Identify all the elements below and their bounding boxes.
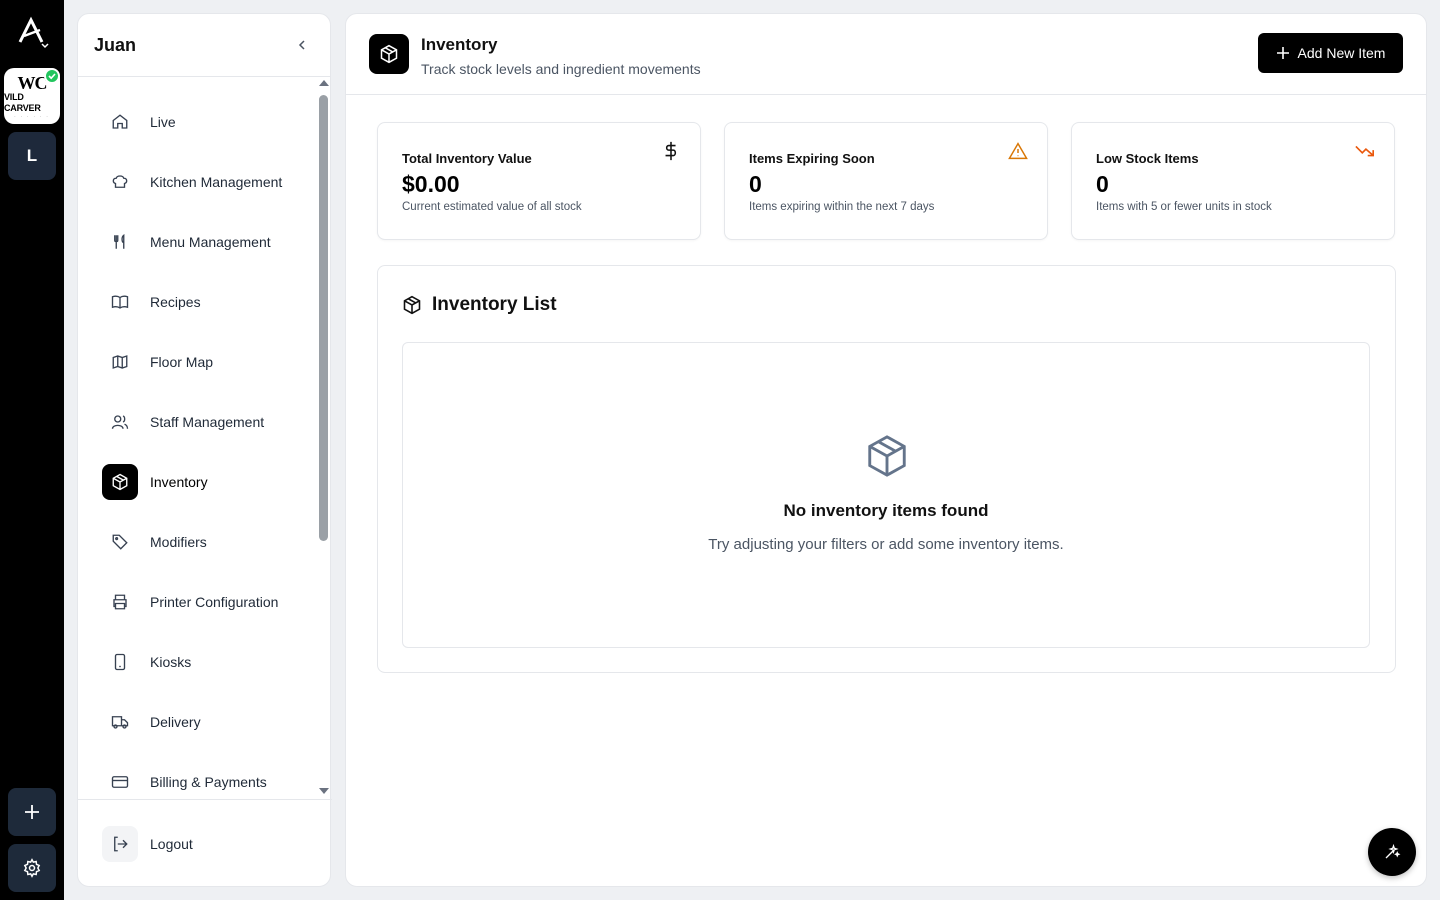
package-icon: [102, 464, 138, 500]
sidebar-item-delivery[interactable]: Delivery: [102, 704, 312, 740]
chevron-left-icon: [298, 40, 305, 50]
inventory-list-card: Inventory List No inventory items found …: [377, 265, 1396, 673]
gear-icon: [23, 858, 41, 878]
users-icon: [102, 404, 138, 440]
ai-assistant-button[interactable]: [1368, 828, 1416, 876]
sparkles-icon: [1385, 843, 1401, 859]
collapse-sidebar-button[interactable]: [290, 33, 314, 57]
plus-icon: [1276, 47, 1289, 59]
sidebar-item-recipes[interactable]: Recipes: [102, 284, 312, 320]
sidebar-item-label: Recipes: [150, 294, 201, 310]
page-title: Inventory: [421, 35, 498, 54]
sidebar-item-label: Live: [150, 114, 176, 130]
dollar-icon: [660, 140, 682, 162]
logout-icon: [102, 826, 138, 862]
trending-down-icon: [1354, 140, 1376, 162]
plus-icon: [25, 805, 39, 819]
workspace-avatar[interactable]: L: [8, 132, 56, 180]
printer-icon: [102, 584, 138, 620]
brand-name: VILD CARVER: [4, 91, 41, 113]
sidebar-item-label: Staff Management: [150, 414, 265, 430]
tablet-icon: [102, 644, 138, 680]
stat-title: Total Inventory Value: [402, 151, 532, 166]
stat-value: $0.00: [402, 171, 460, 197]
sidebar: Juan Live Kitchen Management Menu Manage…: [77, 13, 332, 887]
inventory-list-header: Inventory List: [402, 294, 557, 316]
sidebar-footer: Logout: [78, 799, 332, 887]
sidebar-item-label: Floor Map: [150, 354, 214, 370]
main-content: Inventory Track stock levels and ingredi…: [345, 13, 1427, 887]
sidebar-item-modifiers[interactable]: Modifiers: [102, 524, 312, 560]
chef-hat-icon: [102, 164, 138, 200]
sidebar-item-label: Billing & Payments: [150, 774, 267, 790]
sidebar-item-live[interactable]: Live: [102, 104, 312, 140]
check-icon: [44, 68, 60, 84]
warning-triangle-icon: [1007, 140, 1029, 162]
stat-value: 0: [749, 171, 762, 197]
brand-tagline: · · · · · ·: [14, 113, 50, 119]
sidebar-header: Juan: [78, 14, 330, 77]
settings-button[interactable]: [8, 844, 56, 892]
sidebar-item-billing-payments[interactable]: Billing & Payments: [102, 764, 312, 798]
package-icon: [403, 295, 421, 315]
credit-card-icon: [102, 764, 138, 798]
empty-state-title: No inventory items found: [783, 501, 989, 520]
sidebar-nav: Live Kitchen Management Menu Management …: [78, 78, 318, 798]
stat-title: Items Expiring Soon: [749, 151, 875, 166]
sidebar-item-menu-management[interactable]: Menu Management: [102, 224, 312, 260]
sidebar-item-staff-management[interactable]: Staff Management: [102, 404, 312, 440]
sidebar-item-floor-map[interactable]: Floor Map: [102, 344, 312, 380]
sidebar-scrollbar[interactable]: [317, 80, 331, 794]
brand-monogram: WC: [17, 72, 48, 93]
inventory-list-title: Inventory List: [432, 294, 557, 315]
sidebar-item-kiosks[interactable]: Kiosks: [102, 644, 312, 680]
add-new-item-button[interactable]: Add New Item: [1258, 33, 1403, 73]
scroll-down-arrow-icon[interactable]: [319, 788, 329, 794]
app-rail: WC VILD CARVER · · · · · · L: [0, 0, 64, 900]
sidebar-item-label: Kitchen Management: [150, 174, 283, 190]
empty-state: No inventory items found Try adjusting y…: [402, 342, 1370, 648]
stat-title: Low Stock Items: [1096, 151, 1199, 166]
sidebar-item-label: Menu Management: [150, 234, 271, 250]
stat-subtitle: Current estimated value of all stock: [402, 201, 582, 213]
stat-card-total-value: Total Inventory Value $0.00 Current esti…: [377, 122, 701, 240]
app-logo-icon[interactable]: [14, 14, 50, 50]
sidebar-title: Juan: [94, 34, 137, 55]
stat-value: 0: [1096, 171, 1109, 197]
sidebar-item-label: Printer Configuration: [150, 594, 279, 610]
sidebar-item-kitchen-management[interactable]: Kitchen Management: [102, 164, 312, 200]
sidebar-item-label: Modifiers: [150, 534, 207, 550]
add-workspace-button[interactable]: [8, 788, 56, 836]
stat-subtitle: Items with 5 or fewer units in stock: [1096, 201, 1272, 213]
book-icon: [102, 284, 138, 320]
utensils-icon: [102, 224, 138, 260]
logout-button[interactable]: Logout: [102, 826, 193, 862]
scrollbar-thumb[interactable]: [319, 95, 328, 541]
truck-icon: [102, 704, 138, 740]
map-icon: [102, 344, 138, 380]
scroll-up-arrow-icon[interactable]: [319, 80, 329, 86]
sidebar-item-inventory[interactable]: Inventory: [102, 464, 312, 500]
page-header: Inventory Track stock levels and ingredi…: [346, 14, 1426, 95]
stat-card-low-stock: Low Stock Items 0 Items with 5 or fewer …: [1071, 122, 1395, 240]
home-icon: [102, 104, 138, 140]
logout-label: Logout: [150, 836, 193, 852]
empty-state-subtitle: Try adjusting your filters or add some i…: [708, 536, 1064, 553]
stat-subtitle: Items expiring within the next 7 days: [749, 201, 935, 213]
tag-icon: [102, 524, 138, 560]
sidebar-item-printer-configuration[interactable]: Printer Configuration: [102, 584, 312, 620]
sidebar-item-label: Inventory: [150, 474, 208, 490]
page-subtitle: Track stock levels and ingredient moveme…: [421, 61, 701, 77]
sidebar-item-label: Kiosks: [150, 654, 192, 670]
sidebar-item-label: Delivery: [150, 714, 201, 730]
package-icon: [369, 34, 409, 74]
stat-card-expiring-soon: Items Expiring Soon 0 Items expiring wit…: [724, 122, 1048, 240]
package-icon: [864, 433, 910, 479]
add-new-item-label: Add New Item: [1297, 45, 1386, 61]
